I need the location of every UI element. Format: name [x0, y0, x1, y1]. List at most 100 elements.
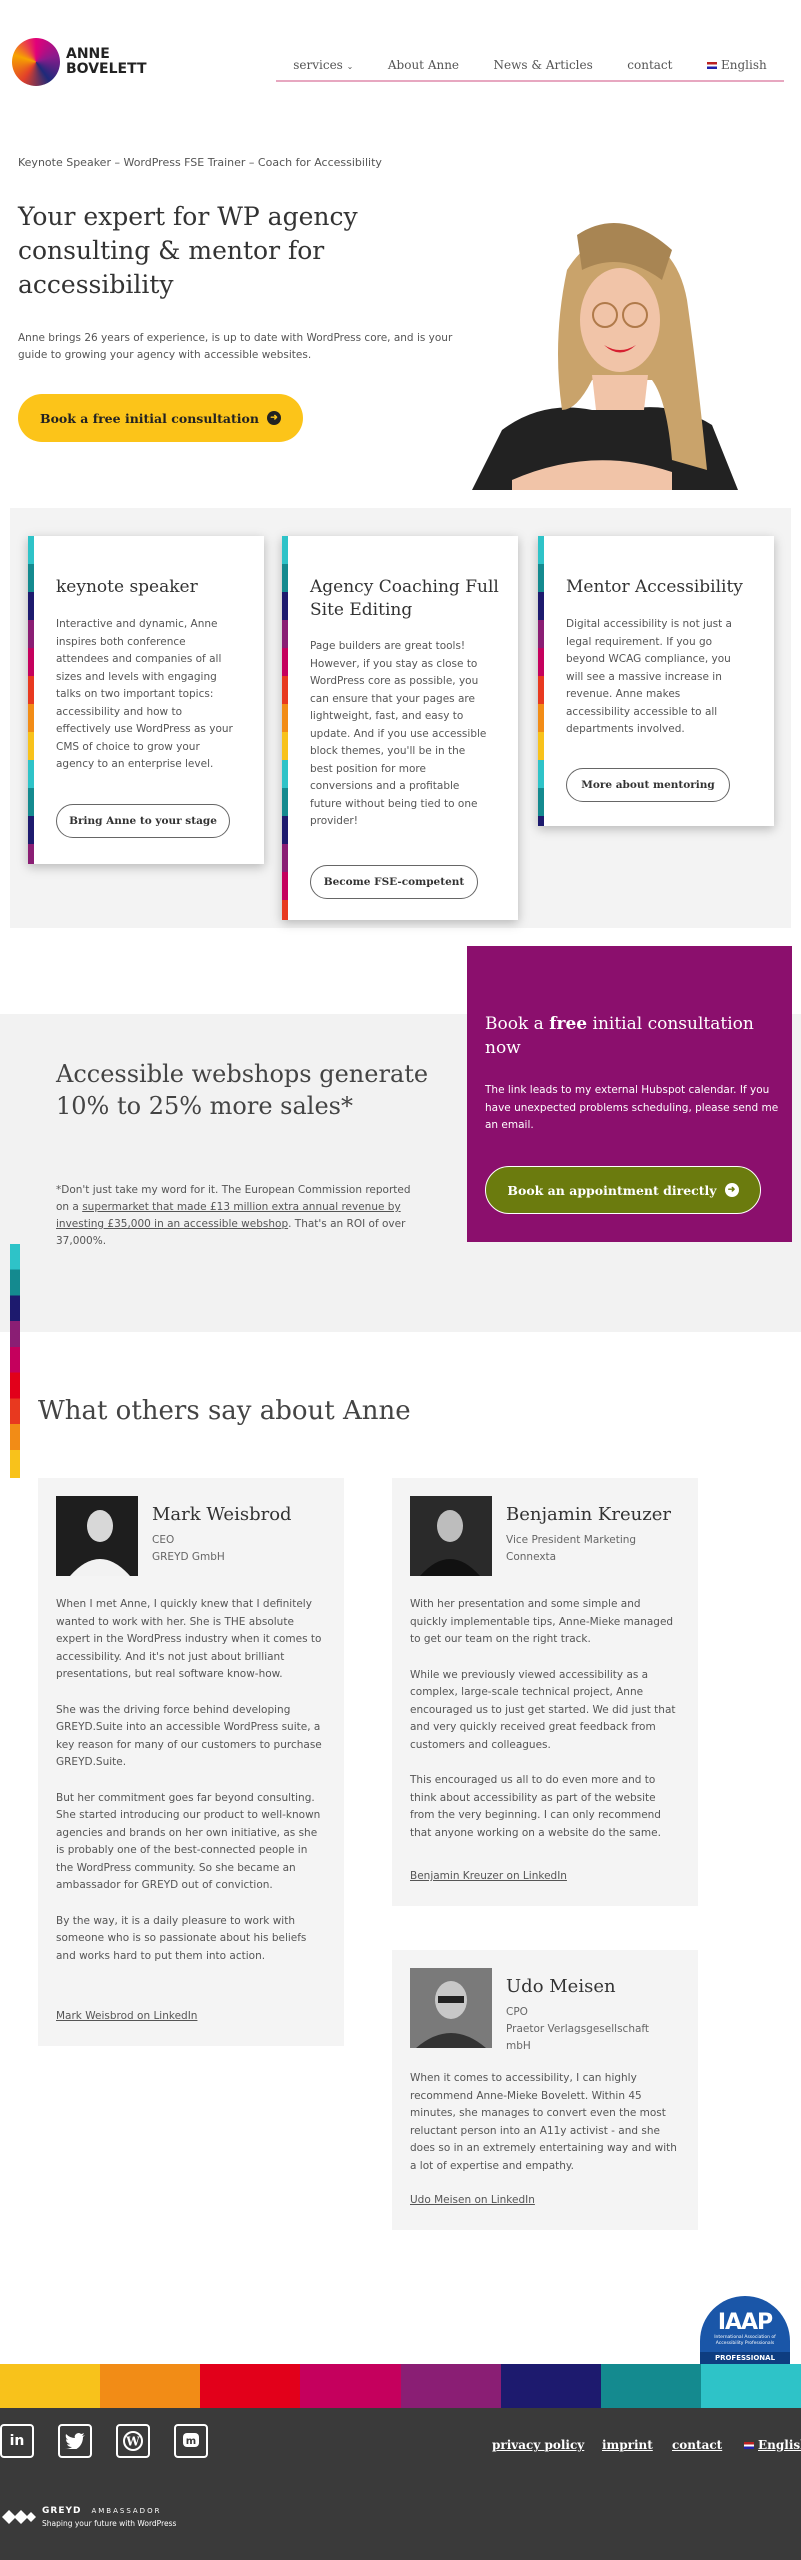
- greyd-ambassador-badge[interactable]: GREYD AMBASSADOR Shaping your future with…: [0, 2506, 176, 2528]
- role-title: CPO: [506, 2006, 528, 2018]
- testimonials-heading: What others say about Anne: [38, 1396, 411, 1426]
- avatar: [56, 1496, 138, 1576]
- role-company: GREYD GmbH: [152, 1551, 225, 1563]
- card-title: Mentor Accessibility: [566, 577, 743, 597]
- chevron-down-icon: ⌄: [346, 62, 354, 71]
- color-band-segment: [500, 2364, 601, 2408]
- testimonial-paragraph: But her commitment goes far beyond consu…: [56, 1791, 321, 1892]
- anne-portrait: [472, 210, 738, 490]
- card-title: keynote speaker: [56, 577, 198, 597]
- us-flag-icon: [744, 2442, 754, 2449]
- iaap-badge[interactable]: IAAP International Association of Access…: [700, 2296, 790, 2368]
- card-stripe: [282, 536, 288, 920]
- testimonial-role: CEO GREYD GmbH: [152, 1532, 322, 1566]
- twitter-icon[interactable]: [58, 2424, 92, 2458]
- become-fse-button[interactable]: Become FSE-competent: [310, 865, 478, 899]
- linkedin-link[interactable]: Udo Meisen on LinkedIn: [410, 2194, 535, 2206]
- testimonial-name: Benjamin Kreuzer: [506, 1504, 671, 1525]
- consultation-body: The link leads to my external Hubspot ca…: [485, 1084, 779, 1131]
- color-band-segment: [300, 2364, 401, 2408]
- color-band-segment: [100, 2364, 201, 2408]
- testimonial-paragraph: This encouraged us all to do even more a…: [410, 1774, 661, 1839]
- nav-language[interactable]: English: [706, 58, 767, 72]
- nav-about[interactable]: About Anne: [388, 58, 459, 72]
- footer-imprint-link[interactable]: imprint: [602, 2438, 653, 2452]
- testimonial-paragraph: When it comes to accessibility, I can hi…: [410, 2072, 677, 2172]
- color-band-segment: [600, 2364, 701, 2408]
- iaap-logo: IAAP: [717, 2310, 773, 2335]
- color-band-segment: [700, 2364, 801, 2408]
- testimonial-paragraph: By the way, it is a daily pleasure to wo…: [56, 1914, 307, 1962]
- color-band-segment: [200, 2364, 301, 2408]
- testimonial-name: Udo Meisen: [506, 1976, 616, 1997]
- hero-tagline: Keynote Speaker – WordPress FSE Trainer …: [18, 156, 382, 169]
- greyd-logo-icon: [0, 2506, 36, 2528]
- nav-contact[interactable]: contact: [627, 58, 672, 72]
- arrow-right-icon: ➜: [266, 411, 281, 425]
- testimonial-paragraph: She was the driving force behind develop…: [56, 1703, 322, 1769]
- main-nav: services ⌄ About Anne News & Articles co…: [276, 50, 784, 82]
- role-company: Connexta: [506, 1551, 557, 1563]
- testimonial-card: Benjamin Kreuzer Vice President Marketin…: [392, 1478, 698, 1906]
- role-title: Vice President Marketing: [506, 1534, 637, 1546]
- testimonial-role: Vice President Marketing Connexta: [506, 1532, 676, 1566]
- book-appointment-label: Book an appointment directly: [507, 1182, 717, 1198]
- avatar: [410, 1496, 492, 1576]
- card-body: Interactive and dynamic, Anne inspires b…: [56, 618, 233, 770]
- testimonial-name: Mark Weisbrod: [152, 1504, 292, 1525]
- site-footer: in W m privacy policy imprint contact En…: [0, 2408, 801, 2560]
- nav-news[interactable]: News & Articles: [494, 58, 593, 72]
- hero-subtitle: Anne brings 26 years of experience, is u…: [18, 332, 453, 361]
- testimonial-text: With her presentation and some simple an…: [410, 1596, 680, 1860]
- iaap-org: International Association of Accessibili…: [714, 2335, 776, 2346]
- testimonial-text: When it comes to accessibility, I can hi…: [410, 2070, 680, 2193]
- hero-title: Your expert for WP agency consulting & m…: [18, 202, 358, 299]
- webshops-title: Accessible webshops generate 10% to 25% …: [56, 1060, 429, 1120]
- footer-language-link[interactable]: English: [744, 2438, 801, 2452]
- footer-contact-link[interactable]: contact: [672, 2438, 722, 2452]
- card-title: Agency Coaching Full Site Editing: [310, 577, 499, 620]
- svg-text:m: m: [186, 2436, 196, 2447]
- us-flag-icon: [706, 62, 717, 69]
- testimonial-paragraph: When I met Anne, I quickly knew that I d…: [56, 1598, 322, 1680]
- testimonial-card: Udo Meisen CPO Praetor Verlagsgesellschaf…: [392, 1950, 698, 2230]
- logo-text: ANNE BOVELETT: [66, 47, 147, 77]
- card-keynote: keynote speaker Interactive and dynamic,…: [28, 536, 264, 864]
- linkedin-link[interactable]: Benjamin Kreuzer on LinkedIn: [410, 1870, 567, 1882]
- footer-privacy-link[interactable]: privacy policy: [492, 2438, 584, 2452]
- nav-services[interactable]: services ⌄: [293, 58, 353, 72]
- testimonial-paragraph: While we previously viewed accessibility…: [410, 1668, 676, 1751]
- card-body: Digital accessibility is not just a lega…: [566, 618, 732, 735]
- consultation-box: Book a free initial consultation now The…: [467, 946, 792, 1242]
- greyd-badge: AMBASSADOR: [91, 2507, 162, 2515]
- nav-language-label: English: [720, 58, 767, 72]
- color-band-segment: [0, 2364, 101, 2408]
- book-appointment-button[interactable]: Book an appointment directly ➜: [485, 1166, 761, 1214]
- wordpress-icon[interactable]: W: [116, 2424, 150, 2458]
- linkedin-icon[interactable]: in: [0, 2424, 34, 2458]
- card-body: Page builders are great tools! However, …: [310, 640, 487, 827]
- footer-language-label: English: [758, 2438, 801, 2452]
- testimonial-card: Mark Weisbrod CEO GREYD GmbH When I met A…: [38, 1478, 344, 2046]
- avatar: [410, 1968, 492, 2048]
- more-mentoring-button[interactable]: More about mentoring: [566, 768, 730, 802]
- footer-color-band: [0, 2364, 801, 2408]
- role-title: CEO: [152, 1534, 175, 1546]
- card-fse-coaching: Agency Coaching Full Site Editing Page b…: [282, 536, 518, 920]
- logo-mark-icon: [12, 38, 60, 86]
- color-band-segment: [400, 2364, 501, 2408]
- testimonial-role: CPO Praetor Verlagsgesellschaft mbH: [506, 2004, 676, 2055]
- book-consultation-button[interactable]: Book a free initial consultation ➜: [18, 394, 303, 442]
- decorative-color-stripe: [10, 1244, 20, 1478]
- bring-anne-button[interactable]: Bring Anne to your stage: [56, 804, 230, 838]
- card-stripe: [28, 536, 34, 864]
- mastodon-icon[interactable]: m: [174, 2424, 208, 2458]
- book-consultation-label: Book a free initial consultation: [40, 410, 259, 426]
- arrow-right-icon: ➜: [724, 1183, 739, 1197]
- consultation-title-pre: Book a: [485, 1014, 550, 1034]
- greyd-slogan: Shaping your future with WordPress: [42, 2519, 177, 2528]
- site-logo[interactable]: ANNE BOVELETT: [12, 38, 147, 86]
- logo-line-2: BOVELETT: [66, 61, 147, 77]
- logo-line-1: ANNE: [66, 46, 110, 62]
- linkedin-link[interactable]: Mark Weisbrod on LinkedIn: [56, 2010, 197, 2022]
